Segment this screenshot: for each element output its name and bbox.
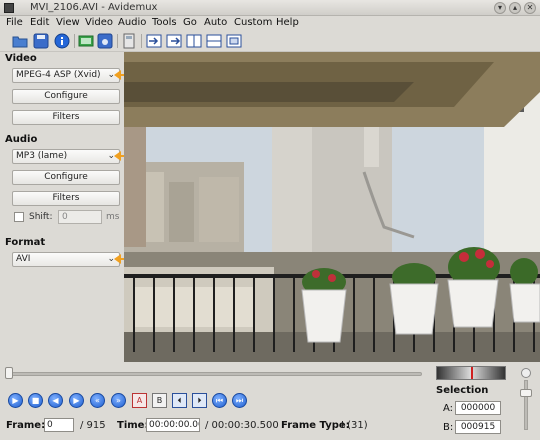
minimize-button[interactable]: ▾ xyxy=(494,2,506,14)
menu-file[interactable]: File xyxy=(6,17,23,28)
filter-in-icon[interactable] xyxy=(146,33,162,49)
title-bar: MVI_2106.AVI - Avidemux ▾ ▴ ✕ xyxy=(0,0,540,16)
format-value: AVI xyxy=(16,254,31,264)
time-total: / 00:00:30.500 xyxy=(205,420,279,431)
menu-bar: File Edit View Video Audio Tools Go Auto… xyxy=(0,16,540,30)
menu-video[interactable]: Video xyxy=(85,17,113,28)
time-label: Time: xyxy=(117,420,149,431)
timeline-slider[interactable] xyxy=(8,372,422,376)
marker-a-icon[interactable]: A xyxy=(132,393,147,408)
video-filters-button[interactable]: Filters xyxy=(12,110,120,125)
audio-configure-button[interactable]: Configure xyxy=(12,170,120,185)
menu-audio[interactable]: Audio xyxy=(118,17,146,28)
volume-knob-icon[interactable] xyxy=(521,368,531,378)
video-codec-select[interactable]: MPEG-4 ASP (Xvid) ⌄ xyxy=(12,68,120,83)
go-marker-a-icon[interactable]: ⏴ xyxy=(172,393,187,408)
selection-label: Selection xyxy=(436,385,489,396)
next-keyframe-icon[interactable]: » xyxy=(111,393,126,408)
selection-a-label: A: xyxy=(443,403,454,414)
display-icon[interactable] xyxy=(226,33,242,49)
frame-input[interactable]: 0 xyxy=(44,418,74,432)
frame-label: Frame: xyxy=(6,420,46,431)
video-configure-button[interactable]: Configure xyxy=(12,89,120,104)
frame-total: / 915 xyxy=(80,420,106,431)
video-preview xyxy=(124,52,540,362)
time-input[interactable]: 00:00:00.000 xyxy=(146,418,200,432)
window-title: MVI_2106.AVI - Avidemux xyxy=(30,2,158,13)
selection-a-field[interactable]: 000000 xyxy=(455,401,501,415)
selection-b-field[interactable]: 000915 xyxy=(455,420,501,434)
output-preview-icon[interactable] xyxy=(97,33,113,49)
shift-checkbox[interactable] xyxy=(14,212,24,222)
jog-indicator xyxy=(471,367,473,379)
toolbar-separator xyxy=(141,34,142,48)
close-button[interactable]: ✕ xyxy=(524,2,536,14)
video-section-label: Video xyxy=(5,53,37,64)
menu-help[interactable]: Help xyxy=(276,17,299,28)
open-icon[interactable] xyxy=(12,33,28,49)
previous-keyframe-icon[interactable]: « xyxy=(90,393,105,408)
menu-go[interactable]: Go xyxy=(183,17,197,28)
frame-type-value: I (31) xyxy=(341,420,368,431)
shift-unit: ms xyxy=(106,212,120,222)
audio-codec-select[interactable]: MP3 (lame) ⌄ xyxy=(12,149,120,164)
toolbar-separator xyxy=(117,34,118,48)
volume-slider[interactable] xyxy=(524,380,528,430)
menu-auto[interactable]: Auto xyxy=(204,17,227,28)
video-codec-value: MPEG-4 ASP (Xvid) xyxy=(16,70,101,80)
stop-icon[interactable]: ■ xyxy=(28,393,43,408)
marker-b-icon[interactable]: B xyxy=(152,393,167,408)
shift-value: 0 xyxy=(62,212,68,222)
filter-out-icon[interactable] xyxy=(166,33,182,49)
menu-view[interactable]: View xyxy=(56,17,80,28)
jog-shuttle[interactable] xyxy=(436,366,506,380)
split-view-icon[interactable] xyxy=(186,33,202,49)
previous-frame-icon[interactable]: ◀ xyxy=(48,393,63,408)
video-frame-image xyxy=(124,52,540,362)
shift-label: Shift: xyxy=(29,212,53,222)
menu-custom[interactable]: Custom xyxy=(234,17,272,28)
timeline-slider-handle[interactable] xyxy=(5,367,13,379)
calculator-icon[interactable] xyxy=(121,33,137,49)
menu-edit[interactable]: Edit xyxy=(30,17,49,28)
toolbar-separator xyxy=(74,34,75,48)
play-icon[interactable]: ▶ xyxy=(8,393,23,408)
next-black-frame-icon[interactable]: ⏭ xyxy=(232,393,247,408)
format-section-label: Format xyxy=(5,237,46,248)
split-horizontal-icon[interactable] xyxy=(206,33,222,49)
settings-panel: Video MPEG-4 ASP (Xvid) ⌄ Configure Filt… xyxy=(0,52,168,362)
go-marker-b-icon[interactable]: ⏵ xyxy=(192,393,207,408)
shift-input[interactable]: 0 xyxy=(58,210,102,224)
preview-icon[interactable] xyxy=(78,33,94,49)
format-select[interactable]: AVI ⌄ xyxy=(12,252,120,267)
maximize-button[interactable]: ▴ xyxy=(509,2,521,14)
info-icon[interactable] xyxy=(54,33,70,49)
audio-codec-value: MP3 (lame) xyxy=(16,151,68,161)
audio-filters-button[interactable]: Filters xyxy=(12,191,120,206)
next-frame-icon[interactable]: ▶ xyxy=(69,393,84,408)
volume-slider-handle[interactable] xyxy=(520,389,532,397)
toolbar xyxy=(0,30,540,52)
save-icon[interactable] xyxy=(33,33,49,49)
frame-type-label: Frame Type: xyxy=(281,420,350,431)
selection-b-label: B: xyxy=(443,422,454,433)
previous-black-frame-icon[interactable]: ⏮ xyxy=(212,393,227,408)
audio-section-label: Audio xyxy=(5,134,38,145)
menu-tools[interactable]: Tools xyxy=(152,17,177,28)
